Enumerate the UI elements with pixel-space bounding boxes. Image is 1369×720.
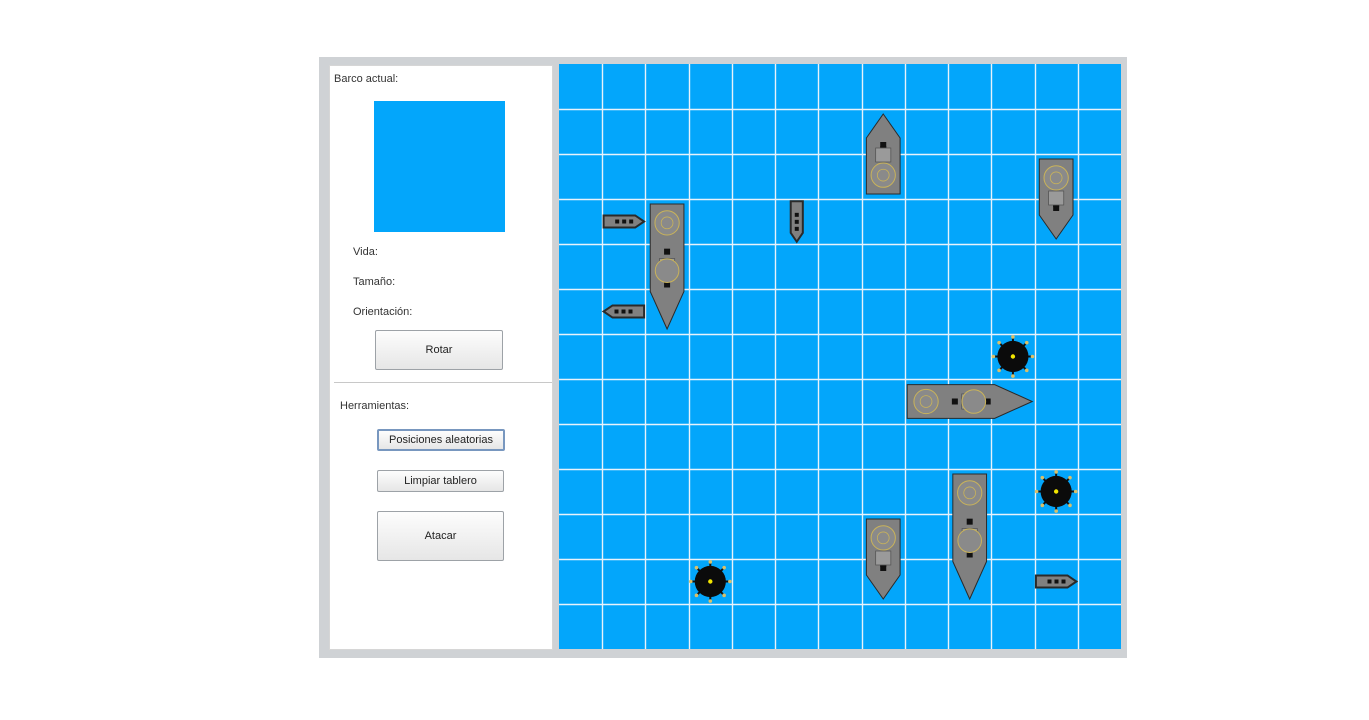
water (559, 64, 1121, 649)
ship-info-panel: Barco actual: Vida: Tamaño: Orientación:… (329, 65, 553, 650)
patrol-boat-ship[interactable] (601, 304, 646, 319)
panel-divider (334, 382, 552, 383)
mine[interactable] (688, 560, 732, 603)
current-ship-preview (374, 101, 505, 232)
rotate-button[interactable]: Rotar (375, 330, 503, 370)
game-window: Barco actual: Vida: Tamaño: Orientación:… (319, 57, 1127, 658)
attack-button[interactable]: Atacar (377, 511, 504, 561)
game-board[interactable] (559, 64, 1121, 649)
random-positions-button[interactable]: Posiciones aleatorias (377, 429, 505, 451)
life-label: Vida: (353, 246, 378, 258)
orientation-label: Orientación: (353, 306, 413, 318)
mine[interactable] (991, 335, 1035, 378)
tools-label: Herramientas: (340, 400, 410, 412)
patrol-boat-ship[interactable] (1034, 574, 1079, 589)
patrol-boat-ship[interactable] (789, 200, 804, 244)
board-canvas (559, 64, 1121, 649)
clear-board-button[interactable]: Limpiar tablero (377, 470, 504, 492)
size-label: Tamaño: (353, 276, 396, 288)
patrol-boat-ship[interactable] (602, 214, 646, 229)
mine[interactable] (1034, 470, 1078, 513)
current-ship-label: Barco actual: (334, 73, 399, 85)
